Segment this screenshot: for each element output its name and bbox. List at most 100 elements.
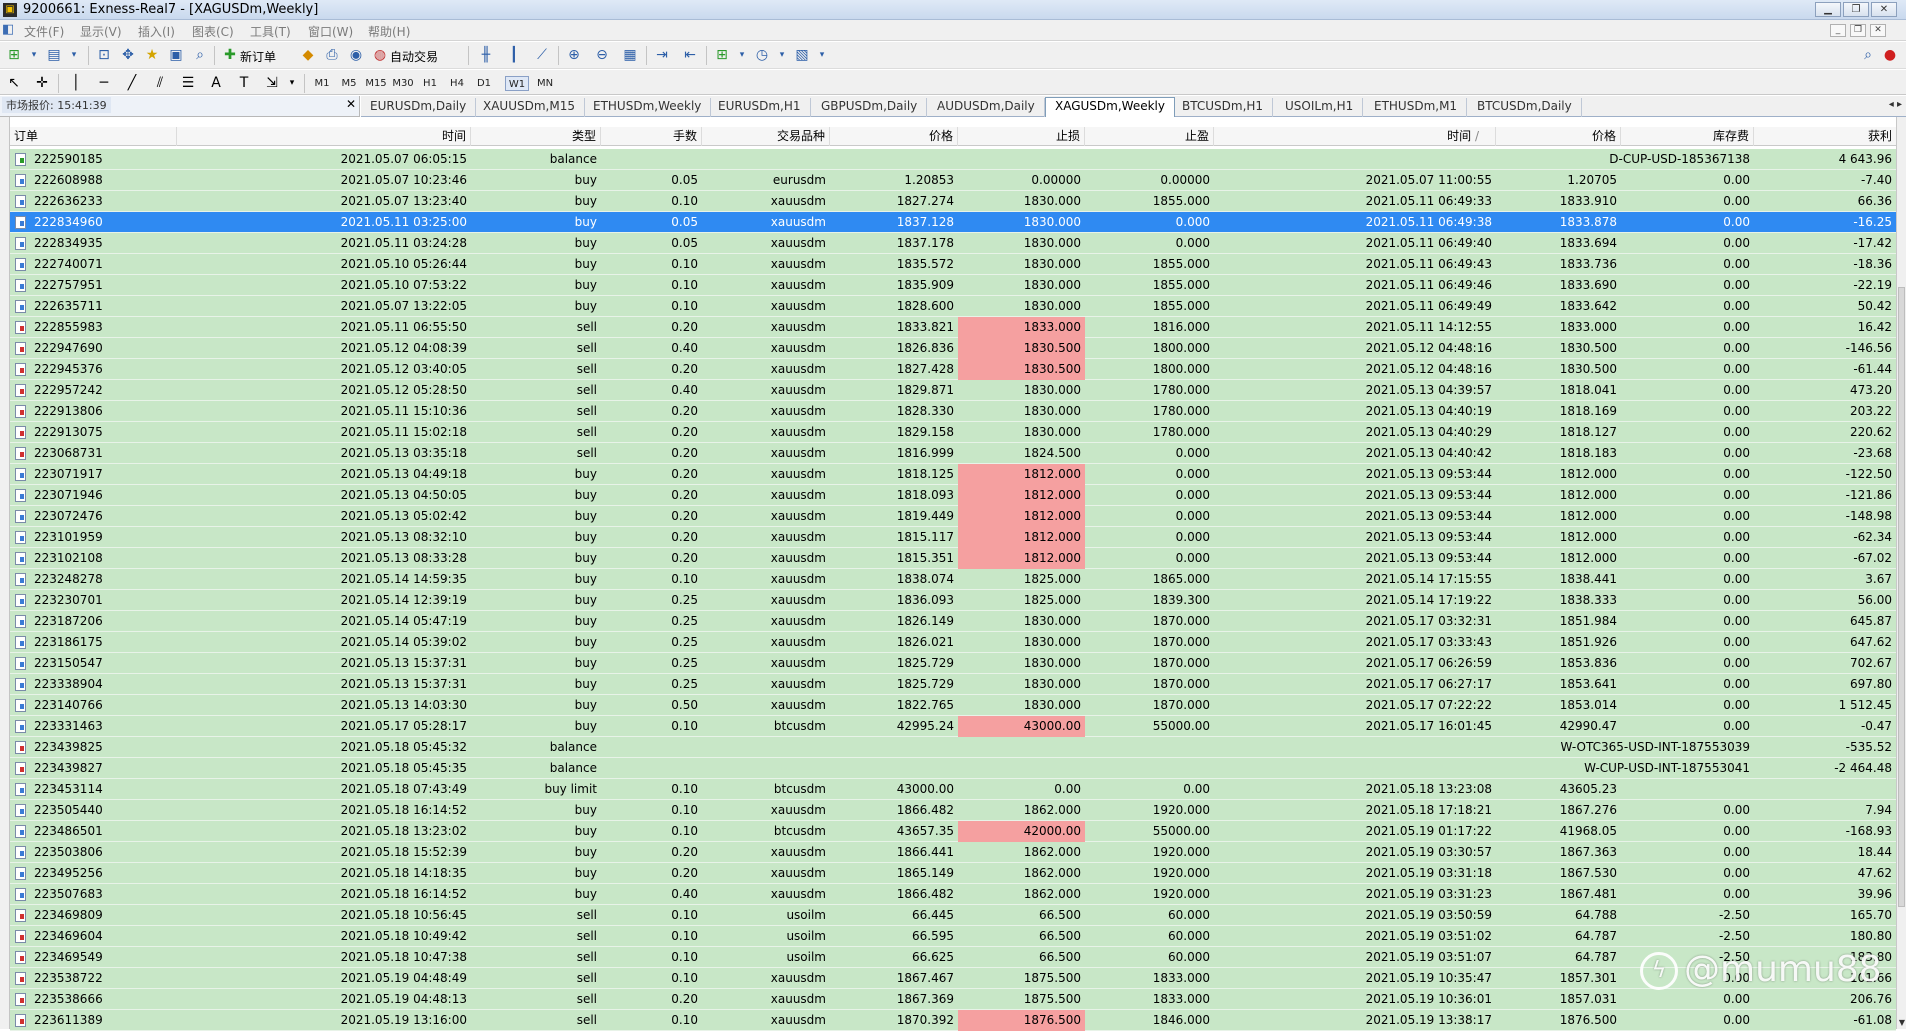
metaeditor-icon[interactable]: ◆ (298, 46, 318, 65)
fibonacci-icon[interactable]: ☰ (178, 74, 198, 93)
table-row[interactable]: 223495256 2021.05.18 14:18:35 buy 0.20 xauus… (10, 863, 1896, 884)
chart-shift-icon[interactable]: ⇥ (652, 46, 672, 65)
bar-chart-icon[interactable]: ╫ (476, 46, 496, 65)
table-row[interactable]: 222590185 2021.05.07 06:05:15 balance D-CUP… (10, 149, 1896, 170)
tab-audusdm-daily[interactable]: AUDUSDm,Daily (928, 98, 1045, 117)
search-icon[interactable]: ⌕ (1858, 46, 1878, 65)
col-type[interactable]: 类型 (471, 127, 601, 146)
col-swap[interactable]: 库存费 (1621, 127, 1754, 146)
timeframe-m30[interactable]: M30 (391, 76, 415, 91)
table-row[interactable]: 223338904 2021.05.13 15:37:31 buy 0.25 xauus… (10, 674, 1896, 695)
horizontal-line-icon[interactable]: ─ (94, 74, 114, 93)
menu-file[interactable]: 文件(F) (24, 23, 64, 40)
periods-icon[interactable]: ◷ (752, 46, 772, 65)
timeframe-mn[interactable]: MN (533, 76, 557, 91)
table-row[interactable]: 223486501 2021.05.18 13:23:02 buy 0.10 btcus… (10, 821, 1896, 842)
table-row[interactable]: 223611389 2021.05.19 13:16:00 sell 0.10 xauu… (10, 1010, 1896, 1031)
table-row[interactable]: 223538666 2021.05.19 04:48:13 sell 0.20 xauu… (10, 989, 1896, 1010)
minimize-button[interactable]: ▁ (1815, 2, 1841, 17)
dropdown-icon[interactable]: ▾ (772, 46, 792, 65)
text-icon[interactable]: A (206, 74, 226, 93)
tab-xagusdm-weekly[interactable]: XAGUSDm,Weekly (1045, 97, 1175, 117)
tab-eurusdm-daily[interactable]: EURUSDm,Daily (361, 98, 477, 117)
table-row[interactable]: 223538722 2021.05.19 04:48:49 sell 0.10 xauu… (10, 968, 1896, 989)
close-button[interactable]: ✕ (1871, 2, 1897, 17)
terminal-icon[interactable]: ▣ (166, 46, 186, 65)
new-order-icon[interactable]: ✚ (220, 46, 240, 65)
autoscroll-icon[interactable]: ⇤ (680, 46, 700, 65)
auto-trading-button[interactable]: 自动交易 (390, 48, 438, 65)
table-row[interactable]: 222855983 2021.05.11 06:55:50 sell 0.20 xauu… (10, 317, 1896, 338)
mdi-restore-button[interactable]: ❐ (1850, 24, 1866, 37)
table-row[interactable]: 223230701 2021.05.14 12:39:19 buy 0.25 xauus… (10, 590, 1896, 611)
table-row[interactable]: 223140766 2021.05.13 14:03:30 buy 0.50 xauus… (10, 695, 1896, 716)
table-row[interactable]: 223102108 2021.05.13 08:33:28 buy 0.20 xauus… (10, 548, 1896, 569)
col-sl[interactable]: 止损 (958, 127, 1085, 146)
table-row[interactable]: 223439827 2021.05.18 05:45:35 balance W-CUP… (10, 758, 1896, 779)
table-row[interactable]: 223150547 2021.05.13 15:37:31 buy 0.25 xauus… (10, 653, 1896, 674)
mdi-minimize-button[interactable]: _ (1830, 24, 1846, 37)
tab-usoilm-h1[interactable]: USOILm,H1 (1276, 98, 1364, 117)
tab-btcusdm-daily[interactable]: BTCUSDm,Daily (1468, 98, 1582, 117)
new-order-button[interactable]: 新订单 (240, 48, 276, 65)
table-row[interactable]: 223072476 2021.05.13 05:02:42 buy 0.20 xauus… (10, 506, 1896, 527)
new-chart-icon[interactable]: ⊞ (4, 46, 24, 65)
zoom-out-icon[interactable]: ⊖ (592, 46, 612, 65)
col-close-time[interactable]: 时间 / (1214, 127, 1496, 146)
dropdown-icon[interactable]: ▾ (64, 46, 84, 65)
menu-window[interactable]: 窗口(W) (308, 23, 353, 40)
strategy-tester-icon[interactable]: ⌕ (190, 46, 210, 65)
table-row[interactable]: 223248278 2021.05.14 14:59:35 buy 0.10 xauus… (10, 569, 1896, 590)
col-open-time[interactable]: 时间 (177, 127, 471, 146)
table-row[interactable]: 223331463 2021.05.17 05:28:17 buy 0.10 btcus… (10, 716, 1896, 737)
table-row[interactable]: 222913075 2021.05.11 15:02:18 sell 0.20 xauu… (10, 422, 1896, 443)
col-symbol[interactable]: 交易品种 (702, 127, 830, 146)
table-row[interactable]: 222636233 2021.05.07 13:23:40 buy 0.10 xauus… (10, 191, 1896, 212)
dropdown-icon[interactable]: ▾ (282, 74, 302, 93)
table-row[interactable]: 222757951 2021.05.10 07:53:22 buy 0.10 xauus… (10, 275, 1896, 296)
auto-trading-icon[interactable]: ◍ (370, 46, 390, 65)
table-row[interactable]: 222947690 2021.05.12 04:08:39 sell 0.40 xauu… (10, 338, 1896, 359)
table-row[interactable]: 223101959 2021.05.13 08:32:10 buy 0.20 xauus… (10, 527, 1896, 548)
table-row[interactable]: 223071946 2021.05.13 04:50:05 buy 0.20 xauus… (10, 485, 1896, 506)
col-open-price[interactable]: 价格 (830, 127, 958, 146)
indicators-icon[interactable]: ⊞ (712, 46, 732, 65)
table-row[interactable]: 223469604 2021.05.18 10:49:42 sell 0.10 usoi… (10, 926, 1896, 947)
col-tp[interactable]: 止盈 (1085, 127, 1214, 146)
dropdown-icon[interactable]: ▾ (732, 46, 752, 65)
trendline-icon[interactable]: ╱ (122, 74, 142, 93)
profiles-icon[interactable]: ▤ (44, 46, 64, 65)
scrollbar-thumb[interactable] (1898, 287, 1905, 907)
timeframe-m5[interactable]: M5 (337, 76, 361, 91)
arrows-icon[interactable]: ⇲ (262, 74, 282, 93)
tab-btcusdm-h1[interactable]: BTCUSDm,H1 (1173, 98, 1274, 117)
vertical-line-icon[interactable]: │ (66, 74, 86, 93)
market-watch-close-icon[interactable]: ✕ (346, 97, 356, 111)
table-row[interactable]: 222608988 2021.05.07 10:23:46 buy 0.05 eurus… (10, 170, 1896, 191)
table-row[interactable]: 223469549 2021.05.18 10:47:38 sell 0.10 usoi… (10, 947, 1896, 968)
col-profit[interactable]: 获利 (1754, 127, 1896, 146)
table-row[interactable]: 223503806 2021.05.18 15:52:39 buy 0.20 xauus… (10, 842, 1896, 863)
menu-chart[interactable]: 图表(C) (192, 23, 234, 40)
cursor-icon[interactable]: ↖ (4, 74, 24, 93)
tab-scroll-arrows-icon[interactable]: ◂ ▸ (1889, 99, 1902, 110)
menu-tools[interactable]: 工具(T) (250, 23, 291, 40)
channel-icon[interactable]: ⫽ (150, 74, 170, 93)
table-row[interactable]: 223068731 2021.05.13 03:35:18 sell 0.20 xauu… (10, 443, 1896, 464)
table-row[interactable]: 223187206 2021.05.14 05:47:19 buy 0.25 xauus… (10, 611, 1896, 632)
table-row[interactable]: 222834960 2021.05.11 03:25:00 buy 0.05 xauus… (10, 212, 1896, 233)
scroll-down-icon[interactable]: ▼ (1897, 1018, 1906, 1027)
table-row[interactable]: 222957242 2021.05.12 05:28:50 sell 0.40 xauu… (10, 380, 1896, 401)
timeframe-w1[interactable]: W1 (505, 76, 529, 91)
menu-insert[interactable]: 插入(I) (138, 23, 175, 40)
line-chart-icon[interactable]: ⟋ (532, 46, 552, 65)
vertical-scrollbar[interactable]: ▼ (1896, 117, 1906, 1029)
notification-icon[interactable]: ● (1880, 46, 1900, 65)
table-row[interactable]: 223469809 2021.05.18 10:56:45 sell 0.10 usoi… (10, 905, 1896, 926)
col-close-price[interactable]: 价格 (1496, 127, 1621, 146)
table-row[interactable]: 222740071 2021.05.10 05:26:44 buy 0.10 xauus… (10, 254, 1896, 275)
restore-button[interactable]: ❐ (1843, 2, 1869, 17)
table-row[interactable]: 222635711 2021.05.07 13:22:05 buy 0.10 xauus… (10, 296, 1896, 317)
zoom-in-icon[interactable]: ⊕ (564, 46, 584, 65)
tab-ethusdm-weekly[interactable]: ETHUSDm,Weekly (584, 98, 712, 117)
